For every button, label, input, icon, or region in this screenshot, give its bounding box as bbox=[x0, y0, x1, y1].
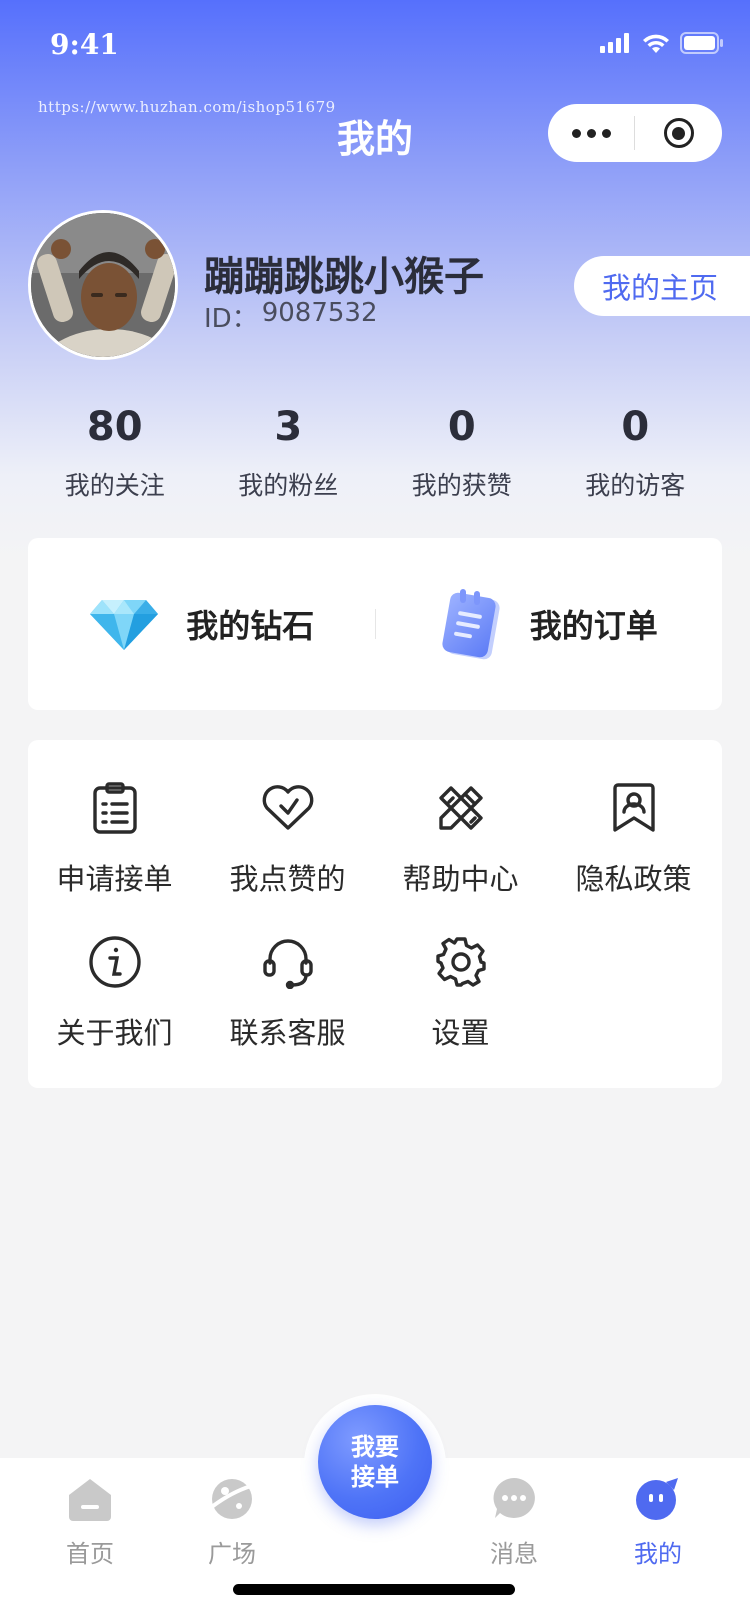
take-order-line2: 接单 bbox=[351, 1463, 399, 1491]
status-bar: 9:41 bbox=[0, 0, 750, 90]
my-diamonds-button[interactable]: 我的钻石 bbox=[28, 538, 375, 710]
stat-fans[interactable]: 3 我的粉丝 bbox=[202, 402, 376, 502]
planet-icon bbox=[211, 1479, 253, 1519]
stat-label: 我的粉丝 bbox=[238, 471, 339, 500]
menu-help-center[interactable]: 帮助中心 bbox=[374, 780, 547, 898]
quick-access-card: 我的钻石 我的订单 bbox=[28, 538, 722, 710]
tab-label: 我的 bbox=[634, 1540, 682, 1568]
info-icon bbox=[88, 936, 141, 988]
home-icon bbox=[69, 1479, 111, 1521]
tab-mine[interactable]: 我的 bbox=[598, 1474, 718, 1569]
tab-home[interactable]: 首页 bbox=[30, 1474, 150, 1569]
stat-following[interactable]: 80 我的关注 bbox=[28, 402, 202, 502]
stat-value: 3 bbox=[274, 404, 303, 450]
menu-label: 设置 bbox=[431, 1016, 490, 1050]
status-time: 9:41 bbox=[50, 28, 119, 61]
clipboard-icon bbox=[92, 782, 137, 834]
menu-label: 隐私政策 bbox=[575, 862, 692, 896]
menu-my-likes[interactable]: 我点赞的 bbox=[201, 780, 374, 898]
stat-value: 0 bbox=[447, 404, 476, 450]
menu-label: 联系客服 bbox=[229, 1016, 346, 1050]
status-icons bbox=[600, 32, 724, 54]
tab-square[interactable]: 广场 bbox=[172, 1474, 292, 1569]
stat-value: 0 bbox=[621, 404, 650, 450]
user-id: ID： 9087532 bbox=[204, 298, 378, 335]
target-icon bbox=[663, 118, 694, 148]
take-order-line1: 我要 bbox=[351, 1433, 399, 1461]
diamond-icon bbox=[90, 600, 159, 650]
menu-customer-service[interactable]: 联系客服 bbox=[201, 934, 374, 1052]
menu-label: 我点赞的 bbox=[229, 862, 346, 896]
stat-label: 我的关注 bbox=[64, 471, 165, 500]
pencil-ruler-icon bbox=[438, 786, 483, 830]
tab-label: 消息 bbox=[490, 1540, 538, 1568]
menu-privacy-policy[interactable]: 隐私政策 bbox=[547, 780, 720, 898]
stat-likes[interactable]: 0 我的获赞 bbox=[375, 402, 549, 502]
wifi-icon bbox=[643, 34, 669, 53]
heart-icon bbox=[262, 785, 313, 830]
stat-visitors[interactable]: 0 我的访客 bbox=[549, 402, 723, 502]
more-dots-icon bbox=[571, 128, 581, 138]
menu-apply-orders[interactable]: 申请接单 bbox=[28, 780, 201, 898]
stat-value: 80 bbox=[86, 404, 143, 450]
miniprogram-capsule bbox=[548, 104, 722, 162]
stat-label: 我的访客 bbox=[585, 471, 686, 500]
my-orders-button[interactable]: 我的订单 bbox=[376, 538, 723, 710]
tab-messages[interactable]: 消息 bbox=[454, 1474, 574, 1569]
user-id-value: 9087532 bbox=[261, 298, 378, 328]
user-id-label: ID： bbox=[204, 304, 258, 334]
profile-icon bbox=[636, 1478, 678, 1520]
gear-icon bbox=[435, 937, 486, 987]
home-indicator bbox=[233, 1584, 515, 1595]
bookmark-icon bbox=[612, 783, 655, 832]
take-order-button[interactable]: 我要 接单 bbox=[318, 1405, 432, 1519]
menu-label: 帮助中心 bbox=[402, 862, 519, 896]
chat-icon bbox=[493, 1478, 535, 1518]
battery-icon bbox=[680, 32, 723, 54]
more-menu-button[interactable] bbox=[548, 104, 634, 162]
stats-row: 80 我的关注 3 我的粉丝 0 我的获赞 0 我的访客 bbox=[28, 402, 722, 502]
menu-card: 申请接单 我点赞的 帮助中心 隐私政策 关于我们 联系客服 设置 bbox=[28, 740, 722, 1088]
signal-icon bbox=[600, 33, 629, 53]
headset-icon bbox=[262, 939, 313, 989]
username: 蹦蹦跳跳小猴子 bbox=[204, 254, 484, 300]
quick-label: 我的订单 bbox=[529, 607, 658, 645]
menu-about-us[interactable]: 关于我们 bbox=[28, 934, 201, 1052]
close-miniprogram-button[interactable] bbox=[635, 118, 722, 148]
menu-label: 关于我们 bbox=[56, 1016, 173, 1050]
menu-settings[interactable]: 设置 bbox=[374, 934, 547, 1052]
stat-label: 我的获赞 bbox=[411, 471, 512, 500]
avatar[interactable] bbox=[28, 210, 178, 360]
tab-label: 首页 bbox=[66, 1540, 114, 1568]
quick-label: 我的钻石 bbox=[186, 607, 315, 645]
notepad-icon bbox=[442, 589, 500, 660]
my-homepage-button[interactable]: 我的主页 bbox=[574, 256, 750, 316]
menu-label: 申请接单 bbox=[56, 862, 173, 896]
tab-label: 广场 bbox=[208, 1540, 256, 1568]
avatar-image bbox=[31, 213, 175, 357]
